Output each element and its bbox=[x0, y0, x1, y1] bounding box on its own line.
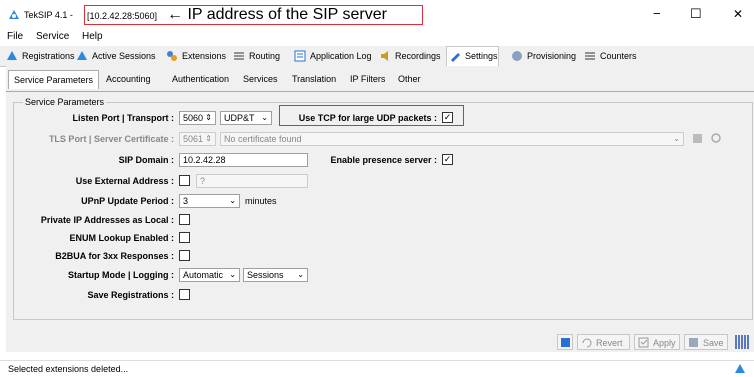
group-title: Service Parameters bbox=[23, 97, 107, 107]
subtab-other[interactable]: Other bbox=[393, 70, 426, 88]
external-address-checkbox[interactable] bbox=[179, 175, 190, 186]
edit-icon bbox=[451, 53, 460, 62]
menu-file[interactable]: File bbox=[7, 31, 23, 42]
check-icon bbox=[638, 337, 649, 348]
private-ip-checkbox[interactable] bbox=[179, 214, 190, 225]
barcode-icon[interactable] bbox=[734, 333, 750, 351]
subtab-translation[interactable]: Translation bbox=[287, 70, 341, 88]
tab-counters[interactable]: Counters bbox=[582, 47, 637, 65]
sip-domain-input[interactable]: 10.2.42.28 bbox=[179, 153, 308, 167]
certificate-icon[interactable] bbox=[692, 132, 705, 145]
chevron-down-icon: ⌄ bbox=[297, 270, 304, 279]
b2bua-label: B2BUA for 3xx Responses : bbox=[55, 251, 174, 261]
provisioning-icon bbox=[512, 51, 522, 61]
registrations-icon bbox=[7, 51, 17, 60]
startup-label: Startup Mode | Logging : bbox=[67, 270, 174, 280]
refresh-icon[interactable] bbox=[710, 132, 723, 145]
enum-checkbox[interactable] bbox=[179, 232, 190, 243]
startup-select[interactable]: Automatic ⌄ bbox=[179, 268, 240, 282]
tab-recordings[interactable]: Recordings bbox=[377, 47, 441, 65]
list-icon bbox=[234, 52, 244, 60]
annotation-box: [10.2.42.28:5060] ← IP address of the SI… bbox=[84, 5, 423, 25]
menu-help[interactable]: Help bbox=[82, 31, 103, 42]
revert-button[interactable]: Revert bbox=[577, 334, 630, 350]
upnp-select[interactable]: 3 ⌄ bbox=[179, 194, 240, 208]
subtab-accounting[interactable]: Accounting bbox=[101, 70, 156, 88]
tab-active-sessions[interactable]: Active Sessions bbox=[74, 47, 156, 65]
subtab-authentication[interactable]: Authentication bbox=[167, 70, 234, 88]
private-ip-label: Private IP Addresses as Local : bbox=[40, 215, 174, 225]
annotation-text: ← IP address of the SIP server bbox=[167, 6, 387, 23]
tls-port-input[interactable]: 5061 ⇕ bbox=[179, 132, 216, 146]
apply-button[interactable]: Apply bbox=[634, 334, 680, 350]
subtab-services[interactable]: Services bbox=[238, 70, 283, 88]
menu-bar: File Service Help bbox=[0, 30, 754, 44]
speaker-icon bbox=[381, 51, 388, 61]
tab-extensions[interactable]: Extensions bbox=[164, 47, 226, 65]
save-button[interactable]: Save bbox=[684, 334, 728, 350]
minimize-button[interactable]: − bbox=[653, 6, 661, 21]
app-icon bbox=[9, 10, 19, 19]
tab-provisioning[interactable]: Provisioning bbox=[509, 47, 576, 65]
tab-settings[interactable]: Settings bbox=[446, 46, 499, 67]
status-app-icon bbox=[735, 364, 745, 373]
maximize-button[interactable]: ☐ bbox=[690, 6, 702, 22]
presence-label: Enable presence server : bbox=[330, 155, 437, 165]
chevron-down-icon: ⌄ bbox=[673, 134, 680, 143]
upnp-unit: minutes bbox=[245, 196, 277, 206]
title-bar: TekSIP 4.1 - [10.2.42.28:5060] ← IP addr… bbox=[0, 0, 754, 30]
tab-application-log[interactable]: Application Log bbox=[292, 47, 372, 65]
floppy-icon bbox=[689, 338, 698, 347]
external-address-input[interactable]: ? bbox=[196, 174, 308, 188]
b2bua-checkbox[interactable] bbox=[179, 250, 190, 261]
save-registrations-label: Save Registrations : bbox=[87, 290, 174, 300]
status-text: Selected extensions deleted... bbox=[8, 364, 129, 374]
transport-select[interactable]: UDP&T ⌄ bbox=[220, 111, 272, 125]
subtab-ip-filters[interactable]: IP Filters bbox=[345, 70, 390, 88]
logging-select[interactable]: Sessions ⌄ bbox=[243, 268, 308, 282]
listen-port-input[interactable]: 5060 ⇕ bbox=[179, 111, 216, 125]
tcp-large-checkbox[interactable]: ✓ bbox=[442, 112, 453, 123]
upnp-label: UPnP Update Period : bbox=[81, 196, 174, 206]
subtab-divider bbox=[6, 91, 754, 92]
chevron-down-icon: ⌄ bbox=[229, 196, 236, 205]
list-icon bbox=[585, 52, 595, 60]
main-tab-bar: Registrations Active Sessions Extensions… bbox=[0, 46, 754, 67]
listen-port-label: Listen Port | Transport : bbox=[72, 113, 174, 123]
enum-label: ENUM Lookup Enabled : bbox=[69, 233, 175, 243]
tab-routing[interactable]: Routing bbox=[231, 47, 280, 65]
info-icon bbox=[561, 338, 570, 347]
close-button[interactable]: ✕ bbox=[733, 7, 743, 21]
spinner-icon: ⇕ bbox=[205, 113, 212, 122]
chevron-down-icon: ⌄ bbox=[261, 113, 268, 122]
certificate-select[interactable]: No certificate found ⌄ bbox=[220, 132, 684, 146]
info-button[interactable] bbox=[557, 334, 573, 350]
server-address: [10.2.42.28:5060] bbox=[87, 11, 158, 21]
tab-registrations[interactable]: Registrations bbox=[4, 47, 75, 65]
status-bar: Selected extensions deleted... bbox=[0, 360, 754, 377]
extensions-icon bbox=[167, 51, 177, 61]
subtab-service-parameters[interactable]: Service Parameters bbox=[8, 70, 100, 89]
sip-domain-label: SIP Domain : bbox=[118, 155, 174, 165]
presence-checkbox[interactable]: ✓ bbox=[442, 154, 453, 165]
external-address-label: Use External Address : bbox=[75, 176, 174, 186]
log-icon bbox=[294, 50, 306, 62]
menu-service[interactable]: Service bbox=[36, 31, 69, 42]
chevron-down-icon: ⌄ bbox=[229, 270, 236, 279]
undo-icon bbox=[582, 338, 592, 348]
tcp-large-label: Use TCP for large UDP packets : bbox=[298, 113, 437, 123]
save-registrations-checkbox[interactable] bbox=[179, 289, 190, 300]
window-title: TekSIP 4.1 - bbox=[24, 10, 73, 20]
spinner-icon: ⇕ bbox=[205, 134, 212, 143]
sessions-icon bbox=[77, 51, 87, 60]
tls-label: TLS Port | Server Certificate : bbox=[48, 134, 174, 144]
